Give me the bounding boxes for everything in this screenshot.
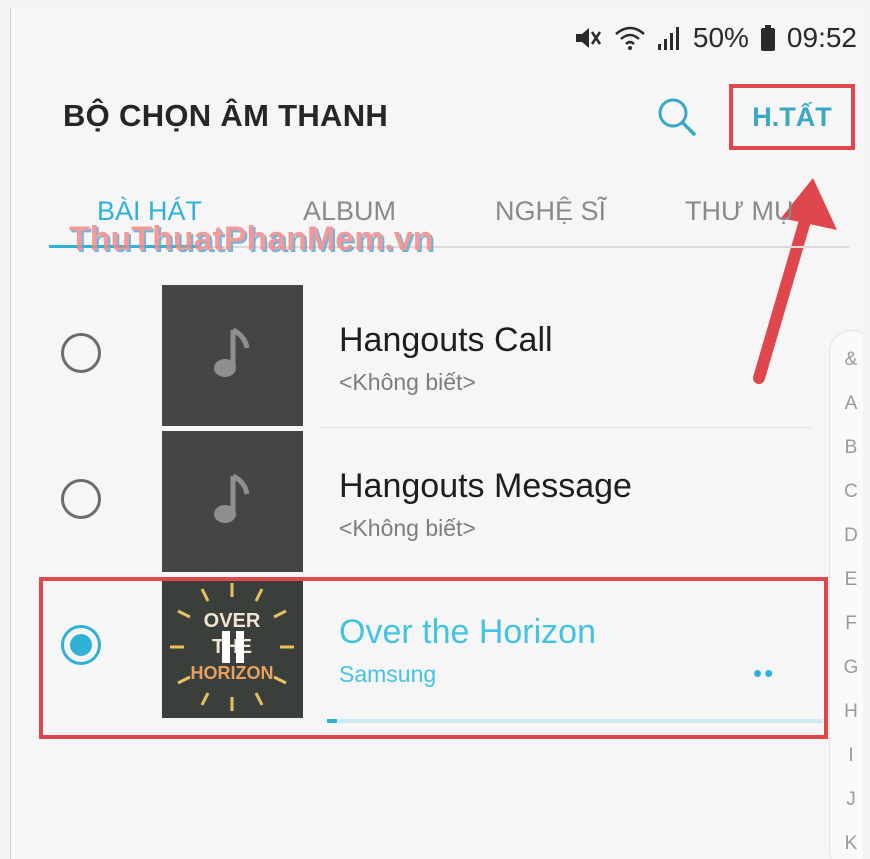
- divider: [321, 427, 811, 428]
- battery-icon: [759, 24, 777, 52]
- list-item[interactable]: Hangouts Call <Không biết>: [21, 285, 811, 428]
- index-letter[interactable]: A: [830, 393, 863, 415]
- mute-icon: [573, 24, 603, 52]
- radio-button-checked[interactable]: [61, 625, 101, 665]
- index-letter[interactable]: F: [830, 613, 863, 635]
- index-letter[interactable]: G: [830, 657, 863, 679]
- index-letter[interactable]: C: [830, 481, 863, 503]
- list-item[interactable]: Hangouts Message <Không biết>: [21, 431, 811, 574]
- index-letter[interactable]: K: [830, 833, 863, 855]
- playback-progress-fill: [327, 719, 337, 723]
- music-note-icon: [213, 473, 249, 523]
- song-title: Over the Horizon: [339, 613, 596, 651]
- page-title: BỘ CHỌN ÂM THANH: [63, 98, 389, 133]
- song-artist: <Không biết>: [339, 369, 476, 395]
- song-title: Hangouts Message: [339, 467, 632, 505]
- album-thumbnail: [162, 285, 303, 426]
- index-letter[interactable]: &: [830, 349, 863, 371]
- radio-button[interactable]: [61, 333, 101, 373]
- song-title: Hangouts Call: [339, 321, 553, 359]
- tab-artist[interactable]: NGHỆ SĨ: [495, 196, 606, 227]
- index-letter[interactable]: B: [830, 437, 863, 459]
- album-art-image: OVER THE HORIZON: [170, 583, 294, 711]
- search-icon: [658, 98, 696, 136]
- status-bar: 50% 09:52: [573, 22, 857, 54]
- index-letter[interactable]: D: [830, 525, 863, 547]
- svg-text:OVER: OVER: [204, 610, 261, 632]
- phone-screen: 50% 09:52 BỘ CHỌN ÂM THANH H.TẤT BÀI HÁT…: [10, 8, 863, 859]
- index-letter[interactable]: J: [830, 789, 863, 811]
- song-artist: <Không biết>: [339, 515, 476, 541]
- done-button-label: H.TẤT: [752, 101, 832, 132]
- screenshot-frame: 50% 09:52 BỘ CHỌN ÂM THANH H.TẤT BÀI HÁT…: [0, 0, 870, 859]
- music-note-icon: [213, 327, 249, 377]
- tab-indicator: [49, 245, 199, 248]
- done-button[interactable]: H.TẤT: [729, 84, 855, 150]
- wifi-icon: [613, 24, 647, 52]
- album-thumbnail: [162, 431, 303, 572]
- radio-button[interactable]: [61, 479, 101, 519]
- album-art: OVER THE HORIZON: [162, 577, 303, 718]
- index-letter[interactable]: H: [830, 701, 863, 723]
- index-letter[interactable]: I: [830, 745, 863, 767]
- svg-text:THE: THE: [212, 636, 252, 658]
- search-button[interactable]: [656, 96, 698, 138]
- index-letter[interactable]: E: [830, 569, 863, 591]
- battery-percent: 50%: [692, 22, 749, 53]
- alphabet-index-bar[interactable]: & A B C D E F G H I J K: [829, 330, 863, 859]
- more-options-icon[interactable]: ••: [753, 658, 775, 689]
- clock: 09:52: [786, 22, 857, 53]
- svg-text:HORIZON: HORIZON: [191, 663, 274, 683]
- tab-folder[interactable]: THƯ MỤ: [685, 196, 794, 227]
- tab-bar: BÀI HÁT ALBUM NGHỆ SĨ THƯ MỤ: [49, 186, 849, 248]
- signal-icon: [657, 24, 683, 52]
- tab-songs[interactable]: BÀI HÁT: [97, 196, 202, 227]
- list-item-selected[interactable]: OVER THE HORIZON Over the Horizon Samsun…: [21, 577, 811, 720]
- tab-album[interactable]: ALBUM: [303, 196, 396, 227]
- song-artist: Samsung: [339, 661, 437, 687]
- playback-progress[interactable]: [327, 719, 823, 723]
